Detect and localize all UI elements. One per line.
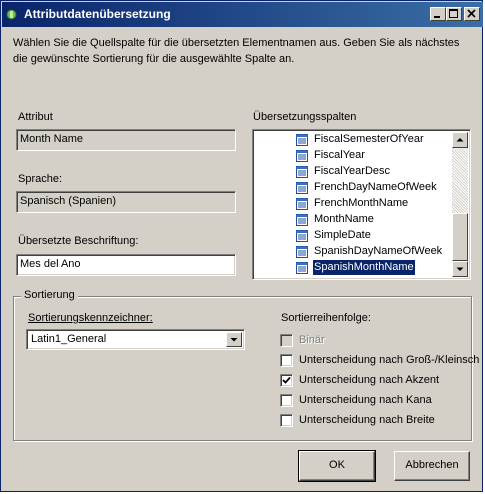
list-item[interactable]: SimpleDate bbox=[255, 228, 453, 244]
sort-identifier-select[interactable]: Latin1_General bbox=[26, 329, 245, 350]
list-item-label: SpanishDayNameOfWeek bbox=[314, 245, 443, 257]
scroll-thumb[interactable] bbox=[452, 213, 468, 261]
list-item-label: FiscalYearDesc bbox=[314, 165, 391, 177]
list-item[interactable]: FiscalYearDesc bbox=[255, 164, 453, 180]
list-item[interactable]: FiscalSemesterOfYear bbox=[255, 132, 453, 148]
checkmark-icon bbox=[282, 376, 291, 384]
dialog-window: Attributdatenübersetzung Wählen Sie die … bbox=[0, 0, 483, 492]
column-icon bbox=[296, 150, 308, 162]
list-items: FiscalSemesterOfYear FiscalYear FiscalYear… bbox=[255, 132, 453, 276]
checkbox-box[interactable] bbox=[280, 394, 293, 407]
column-icon bbox=[296, 214, 308, 226]
sort-identifier-value: Latin1_General bbox=[31, 333, 107, 345]
scroll-down-button[interactable] bbox=[452, 261, 468, 277]
checkbox-label: Unterscheidung nach Groß-/Kleinsch bbox=[299, 354, 480, 366]
attribute-field: Month Name bbox=[16, 129, 236, 151]
title-bar[interactable]: Attributdatenübersetzung bbox=[2, 2, 483, 27]
checkbox-box[interactable] bbox=[280, 414, 293, 427]
sort-order-label: Sortierreihenfolge: bbox=[281, 312, 371, 324]
checkbox-label: Unterscheidung nach Akzent bbox=[299, 374, 440, 386]
sort-identifier-label-text: Sortierungskennzeichner: bbox=[28, 312, 153, 324]
list-item[interactable]: SpanishDayNameOfWeek bbox=[255, 244, 453, 260]
column-icon bbox=[296, 182, 308, 194]
app-icon bbox=[6, 9, 17, 20]
dialog-description: Wählen Sie die Quellspalte für die übers… bbox=[13, 37, 460, 65]
maximize-icon bbox=[449, 9, 458, 18]
list-item[interactable]: FrenchMonthName bbox=[255, 196, 453, 212]
sorting-group-title: Sortierung bbox=[21, 289, 78, 301]
chevron-down-icon bbox=[230, 338, 238, 342]
up-arrow-icon bbox=[456, 138, 464, 142]
checkbox-box[interactable] bbox=[280, 374, 293, 387]
ok-button[interactable]: OK bbox=[298, 450, 376, 482]
list-item-label: FrenchMonthName bbox=[314, 197, 409, 209]
dropdown-button[interactable] bbox=[226, 332, 242, 347]
column-icon bbox=[296, 230, 308, 242]
sort-identifier-label: Sortierungskennzeichner: bbox=[28, 312, 153, 324]
checkbox-box[interactable] bbox=[280, 354, 293, 367]
translation-columns-label: Übersetzungsspalten bbox=[253, 111, 357, 123]
list-item-label: SpanishMonthName bbox=[312, 259, 416, 276]
minimize-button[interactable] bbox=[430, 7, 446, 21]
translation-columns-list[interactable]: FiscalSemesterOfYear FiscalYear FiscalYear… bbox=[252, 129, 471, 280]
down-arrow-icon bbox=[456, 267, 464, 271]
column-icon bbox=[296, 262, 308, 274]
list-item-label: FrenchDayNameOfWeek bbox=[314, 181, 437, 193]
checkbox-label: Binär bbox=[299, 334, 325, 346]
column-icon bbox=[296, 134, 308, 146]
list-scrollbar[interactable] bbox=[452, 132, 468, 277]
close-icon bbox=[467, 9, 476, 18]
list-item[interactable]: FiscalYear bbox=[255, 148, 453, 164]
minimize-icon bbox=[434, 16, 440, 18]
checkbox-label: Unterscheidung nach Kana bbox=[299, 394, 432, 406]
list-item-label: MonthName bbox=[314, 213, 374, 225]
list-item-label: FiscalSemesterOfYear bbox=[314, 133, 424, 145]
window-title: Attributdatenübersetzung bbox=[24, 7, 171, 21]
language-label: Sprache: bbox=[18, 173, 63, 185]
checkbox-box bbox=[280, 334, 293, 347]
list-item[interactable]: SpanishMonthName bbox=[255, 259, 453, 276]
language-field: Spanisch (Spanien) bbox=[16, 191, 236, 213]
attribute-label: Attribut bbox=[18, 111, 53, 123]
list-item-label: FiscalYear bbox=[314, 149, 365, 161]
scroll-up-button[interactable] bbox=[452, 132, 468, 148]
list-item[interactable]: FrenchDayNameOfWeek bbox=[255, 180, 453, 196]
cancel-button[interactable]: Abbrechen bbox=[394, 451, 470, 481]
checkbox-label: Unterscheidung nach Breite bbox=[299, 414, 435, 426]
list-item[interactable]: MonthName bbox=[255, 212, 453, 228]
column-icon bbox=[296, 166, 308, 178]
maximize-button[interactable] bbox=[446, 7, 462, 21]
list-item-label: SimpleDate bbox=[314, 229, 371, 241]
close-button[interactable] bbox=[464, 7, 480, 21]
column-icon bbox=[296, 246, 308, 258]
caption-input[interactable]: Mes del Ano bbox=[16, 254, 236, 276]
column-icon bbox=[296, 198, 308, 210]
caption-label: Übersetzte Beschriftung: bbox=[18, 235, 139, 247]
